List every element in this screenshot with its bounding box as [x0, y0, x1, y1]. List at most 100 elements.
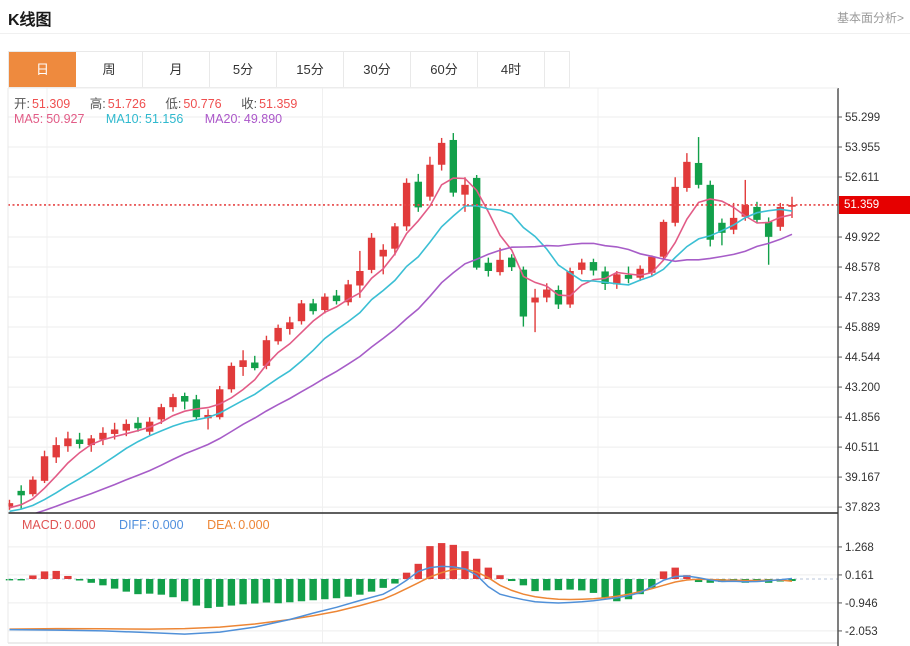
- candle: [8, 503, 14, 507]
- macd-bar: [110, 579, 119, 589]
- macd-bar: [508, 579, 516, 582]
- y-axis-label: 41.856: [845, 412, 880, 424]
- macd-bar: [180, 579, 189, 602]
- y-axis-label: 48.578: [845, 262, 880, 274]
- macd-bar: [321, 579, 329, 600]
- candle: [180, 395, 189, 402]
- candle: [636, 268, 644, 278]
- candle: [426, 164, 434, 197]
- candle: [449, 139, 458, 193]
- macd-bar: [344, 579, 352, 597]
- candle: [227, 365, 236, 390]
- candle: [297, 303, 306, 322]
- candle: [367, 237, 376, 270]
- macd-bar: [169, 579, 177, 598]
- candle: [706, 184, 714, 240]
- ma5-value: 50.927: [46, 112, 85, 126]
- y-axis-label: 47.233: [845, 292, 880, 304]
- candle: [391, 226, 399, 249]
- macd-bar: [531, 579, 539, 592]
- macd-bar: [29, 575, 37, 579]
- macd-bar: [297, 579, 306, 602]
- low-label: 低:: [165, 97, 182, 111]
- macd-value: 0.000: [64, 518, 96, 532]
- candle: [484, 262, 493, 271]
- macd-bar: [64, 575, 72, 579]
- candle: [531, 297, 539, 303]
- candle: [414, 181, 422, 208]
- dea-label: DEA:: [207, 518, 237, 532]
- macd-bar: [496, 575, 504, 579]
- y-axis-label: 43.200: [845, 382, 880, 394]
- diff-label: DIFF:: [119, 518, 151, 532]
- macd-bar: [157, 579, 166, 595]
- candle: [659, 221, 668, 257]
- macd-bar: [601, 579, 609, 598]
- macd-bar: [426, 546, 434, 579]
- macd-bar: [5, 579, 14, 581]
- candle: [437, 142, 446, 165]
- macd-bar: [519, 579, 528, 586]
- diff-value: 0.000: [152, 518, 184, 532]
- candle: [286, 322, 294, 330]
- open-label: 开:: [14, 97, 30, 111]
- y-axis-label: 44.544: [845, 352, 881, 364]
- ma10-value: 51.156: [145, 112, 184, 126]
- macd-bar: [274, 579, 282, 604]
- high-label: 高:: [89, 97, 106, 111]
- candle: [239, 360, 247, 367]
- macd-bar: [227, 579, 236, 606]
- candle: [589, 262, 598, 271]
- y-axis-label: 39.167: [845, 472, 880, 484]
- candle: [356, 270, 364, 286]
- macd-bar: [239, 579, 247, 605]
- close-value: 51.359: [259, 97, 298, 111]
- macd-bar: [75, 579, 84, 581]
- candle: [379, 249, 387, 257]
- macd-bar: [566, 579, 574, 590]
- y-axis-label: -0.946: [845, 598, 878, 610]
- macd-bar: [87, 579, 95, 583]
- high-value: 51.726: [107, 97, 146, 111]
- macd-label: MACD:: [22, 518, 63, 532]
- candle: [29, 479, 37, 495]
- candle: [683, 161, 691, 188]
- candle: [64, 438, 72, 447]
- candle: [274, 327, 282, 342]
- macd-bar: [99, 579, 107, 586]
- macd-bar: [461, 551, 469, 579]
- macd-bar: [134, 579, 142, 595]
- y-axis-label: 55.299: [845, 112, 880, 124]
- dea-value: 0.000: [238, 518, 270, 532]
- candle: [461, 184, 469, 195]
- macd-bar: [204, 579, 212, 609]
- ma-info-row: MA5: 50.927 MA10: 51.156 MA20: 49.890: [14, 112, 300, 126]
- macd-bar: [379, 579, 387, 588]
- macd-bar: [391, 579, 399, 584]
- candle: [75, 439, 84, 444]
- candle: [624, 275, 633, 279]
- macd-bar: [40, 571, 49, 579]
- macd-bar: [52, 570, 60, 579]
- candle: [251, 362, 259, 369]
- candle: [332, 295, 341, 302]
- macd-bar: [367, 579, 376, 592]
- ma20-value: 49.890: [243, 112, 283, 126]
- macd-bar: [145, 579, 154, 594]
- y-axis-label: 53.955: [845, 142, 880, 154]
- candle: [122, 423, 130, 431]
- macd-bar: [192, 579, 201, 606]
- macd-bar: [659, 571, 668, 579]
- macd-bar: [251, 579, 259, 604]
- y-axis-label: 52.611: [845, 172, 879, 184]
- close-label: 收:: [241, 97, 258, 111]
- y-axis-label: 40.511: [845, 442, 879, 454]
- open-value: 51.309: [31, 97, 71, 111]
- candle: [566, 270, 574, 305]
- macd-bar: [262, 579, 271, 603]
- y-axis-label: -2.053: [845, 626, 878, 638]
- macd-bar: [332, 579, 341, 599]
- y-axis-label: 49.922: [845, 232, 880, 244]
- candle: [40, 456, 49, 481]
- candle: [694, 162, 703, 185]
